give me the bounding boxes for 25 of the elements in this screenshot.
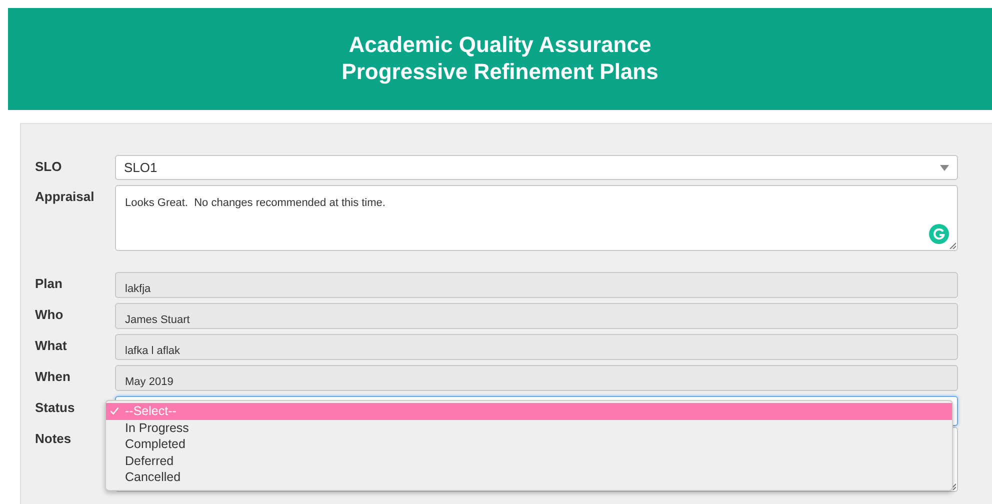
resize-grip-icon bbox=[949, 242, 956, 249]
dropdown-option[interactable]: Deferred bbox=[106, 452, 952, 470]
input-value: lafka l aflak bbox=[125, 345, 180, 357]
dropdown-option[interactable]: In Progress bbox=[106, 420, 952, 436]
field-label: When bbox=[35, 368, 70, 384]
caret-icon bbox=[940, 164, 949, 170]
page-title: Academic Quality Assurance bbox=[348, 31, 652, 58]
field-label: Who bbox=[35, 306, 64, 322]
text-area-value: Looks Great. No changes recommended at this time. bbox=[125, 197, 386, 209]
text-area[interactable]: Looks Great. No changes recommended at this time. bbox=[115, 185, 958, 251]
field-label: Appraisal bbox=[35, 188, 94, 204]
select-field[interactable]: SLO1 bbox=[115, 155, 958, 180]
field-label: What bbox=[35, 337, 67, 353]
field-label: SLO bbox=[35, 158, 62, 174]
dropdown-option[interactable]: Cancelled bbox=[106, 469, 952, 486]
dropdown-option[interactable]: Completed bbox=[106, 436, 952, 453]
check-icon bbox=[110, 407, 119, 416]
input-value: May 2019 bbox=[125, 376, 174, 388]
field-label: Status bbox=[35, 399, 75, 415]
input-value: James Stuart bbox=[125, 314, 190, 326]
page-title: Progressive Refinement Plans bbox=[342, 58, 658, 85]
input-value: lakfja bbox=[125, 283, 151, 295]
field-label: Plan bbox=[35, 275, 62, 291]
select-value: SLO1 bbox=[124, 160, 158, 175]
field-label: Notes bbox=[35, 430, 72, 446]
